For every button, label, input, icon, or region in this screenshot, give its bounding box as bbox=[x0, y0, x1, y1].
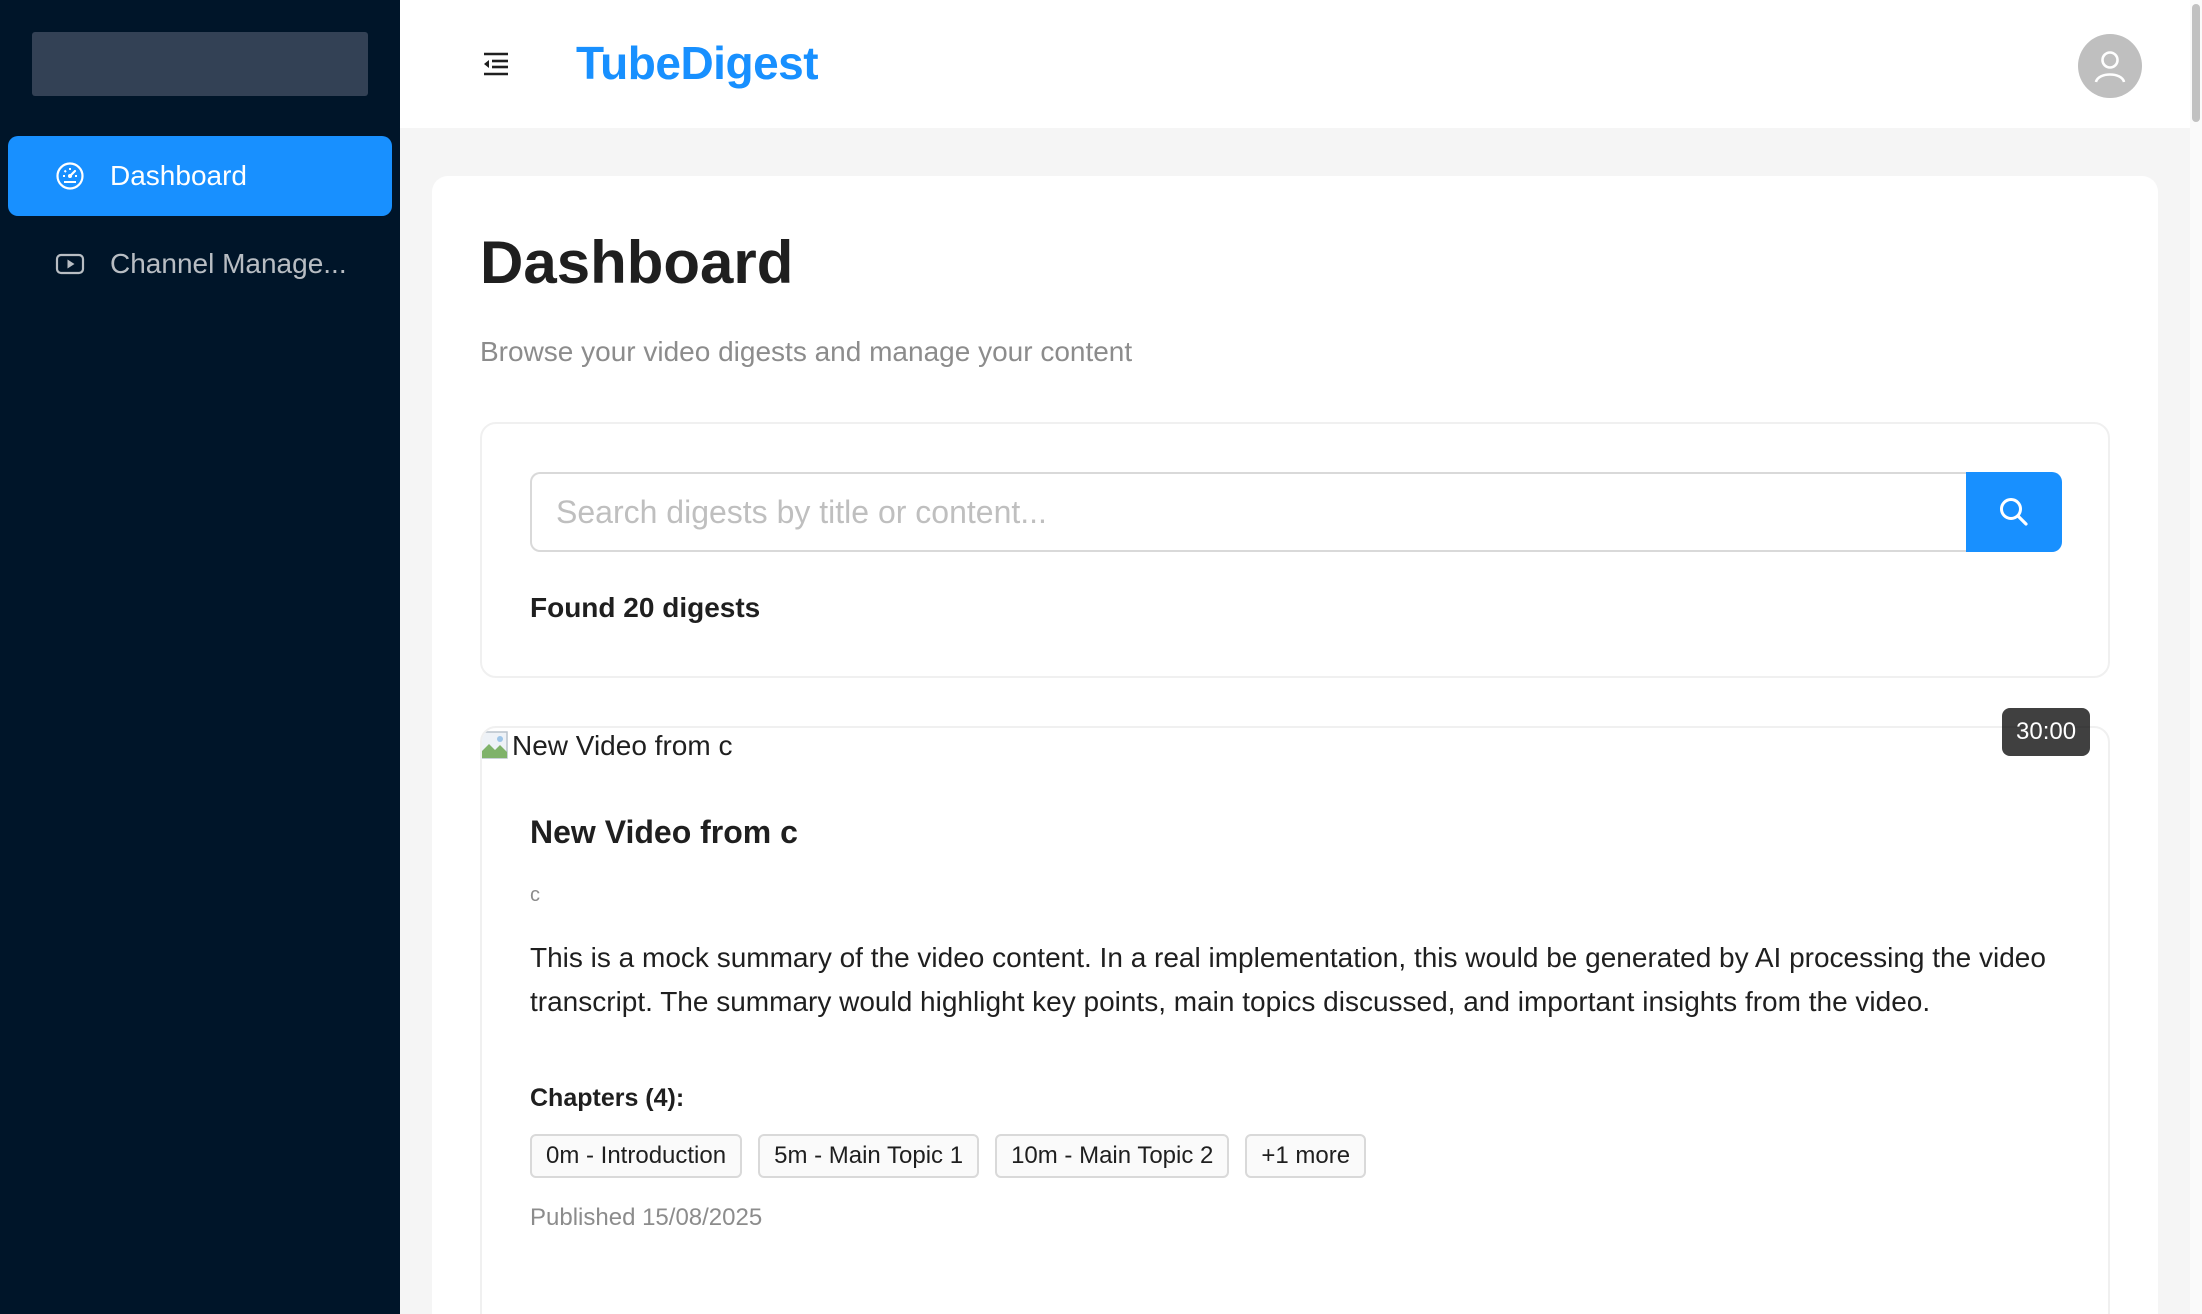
search-button[interactable] bbox=[1966, 472, 2062, 552]
search-card: Found 20 digests bbox=[480, 422, 2110, 678]
dashboard-icon bbox=[54, 160, 86, 192]
published-date: Published 15/08/2025 bbox=[530, 1204, 763, 1231]
user-avatar[interactable] bbox=[2078, 34, 2142, 98]
search-icon bbox=[2000, 498, 2028, 526]
sidebar-item-channel-management[interactable]: Channel Manage... bbox=[8, 224, 392, 304]
menu-fold-icon[interactable] bbox=[478, 46, 514, 82]
duration-badge: 30:00 bbox=[2002, 708, 2091, 756]
main-content: Dashboard Browse your video digests and … bbox=[432, 176, 2158, 1314]
digest-channel: c bbox=[530, 884, 540, 906]
search-input[interactable] bbox=[530, 472, 1966, 552]
page-subtitle: Browse your video digests and manage you… bbox=[480, 336, 1133, 367]
digest-summary: This is a mock summary of the video cont… bbox=[530, 942, 2046, 1017]
sidebar-item-label: Dashboard bbox=[110, 160, 247, 191]
logo-placeholder bbox=[32, 32, 368, 96]
chapter-tag[interactable]: 0m - Introduction bbox=[530, 1134, 743, 1178]
chapter-tags: 0m - Introduction 5m - Main Topic 1 10m … bbox=[530, 1134, 1367, 1178]
chapters-label: Chapters (4): bbox=[530, 1084, 685, 1112]
digest-card[interactable]: New Video from c New Video from c c This… bbox=[480, 726, 2110, 1314]
scrollbar-thumb[interactable] bbox=[2192, 4, 2200, 122]
sidebar: Dashboard Channel Manage... bbox=[0, 0, 400, 1314]
video-thumbnail[interactable]: New Video from c bbox=[482, 728, 733, 764]
chapter-tag[interactable]: 10m - Main Topic 2 bbox=[995, 1134, 1230, 1178]
chapter-tag[interactable]: 5m - Main Topic 1 bbox=[758, 1134, 980, 1178]
youtube-icon bbox=[54, 248, 86, 280]
sidebar-item-dashboard[interactable]: Dashboard bbox=[8, 136, 392, 216]
sidebar-item-label: Channel Manage... bbox=[110, 248, 347, 279]
app-brand[interactable]: TubeDigest bbox=[576, 36, 819, 90]
scrollbar-track[interactable] bbox=[2190, 0, 2202, 1314]
user-icon bbox=[2094, 51, 2126, 83]
thumbnail-alt-text: New Video from c bbox=[512, 730, 733, 761]
top-header: TubeDigest bbox=[400, 0, 2190, 128]
more-chapters-tag[interactable]: +1 more bbox=[1245, 1134, 1367, 1178]
broken-image-icon bbox=[482, 731, 508, 759]
digest-title[interactable]: New Video from c bbox=[530, 814, 798, 851]
results-count: Found 20 digests bbox=[530, 592, 761, 623]
page-title: Dashboard bbox=[480, 229, 794, 296]
